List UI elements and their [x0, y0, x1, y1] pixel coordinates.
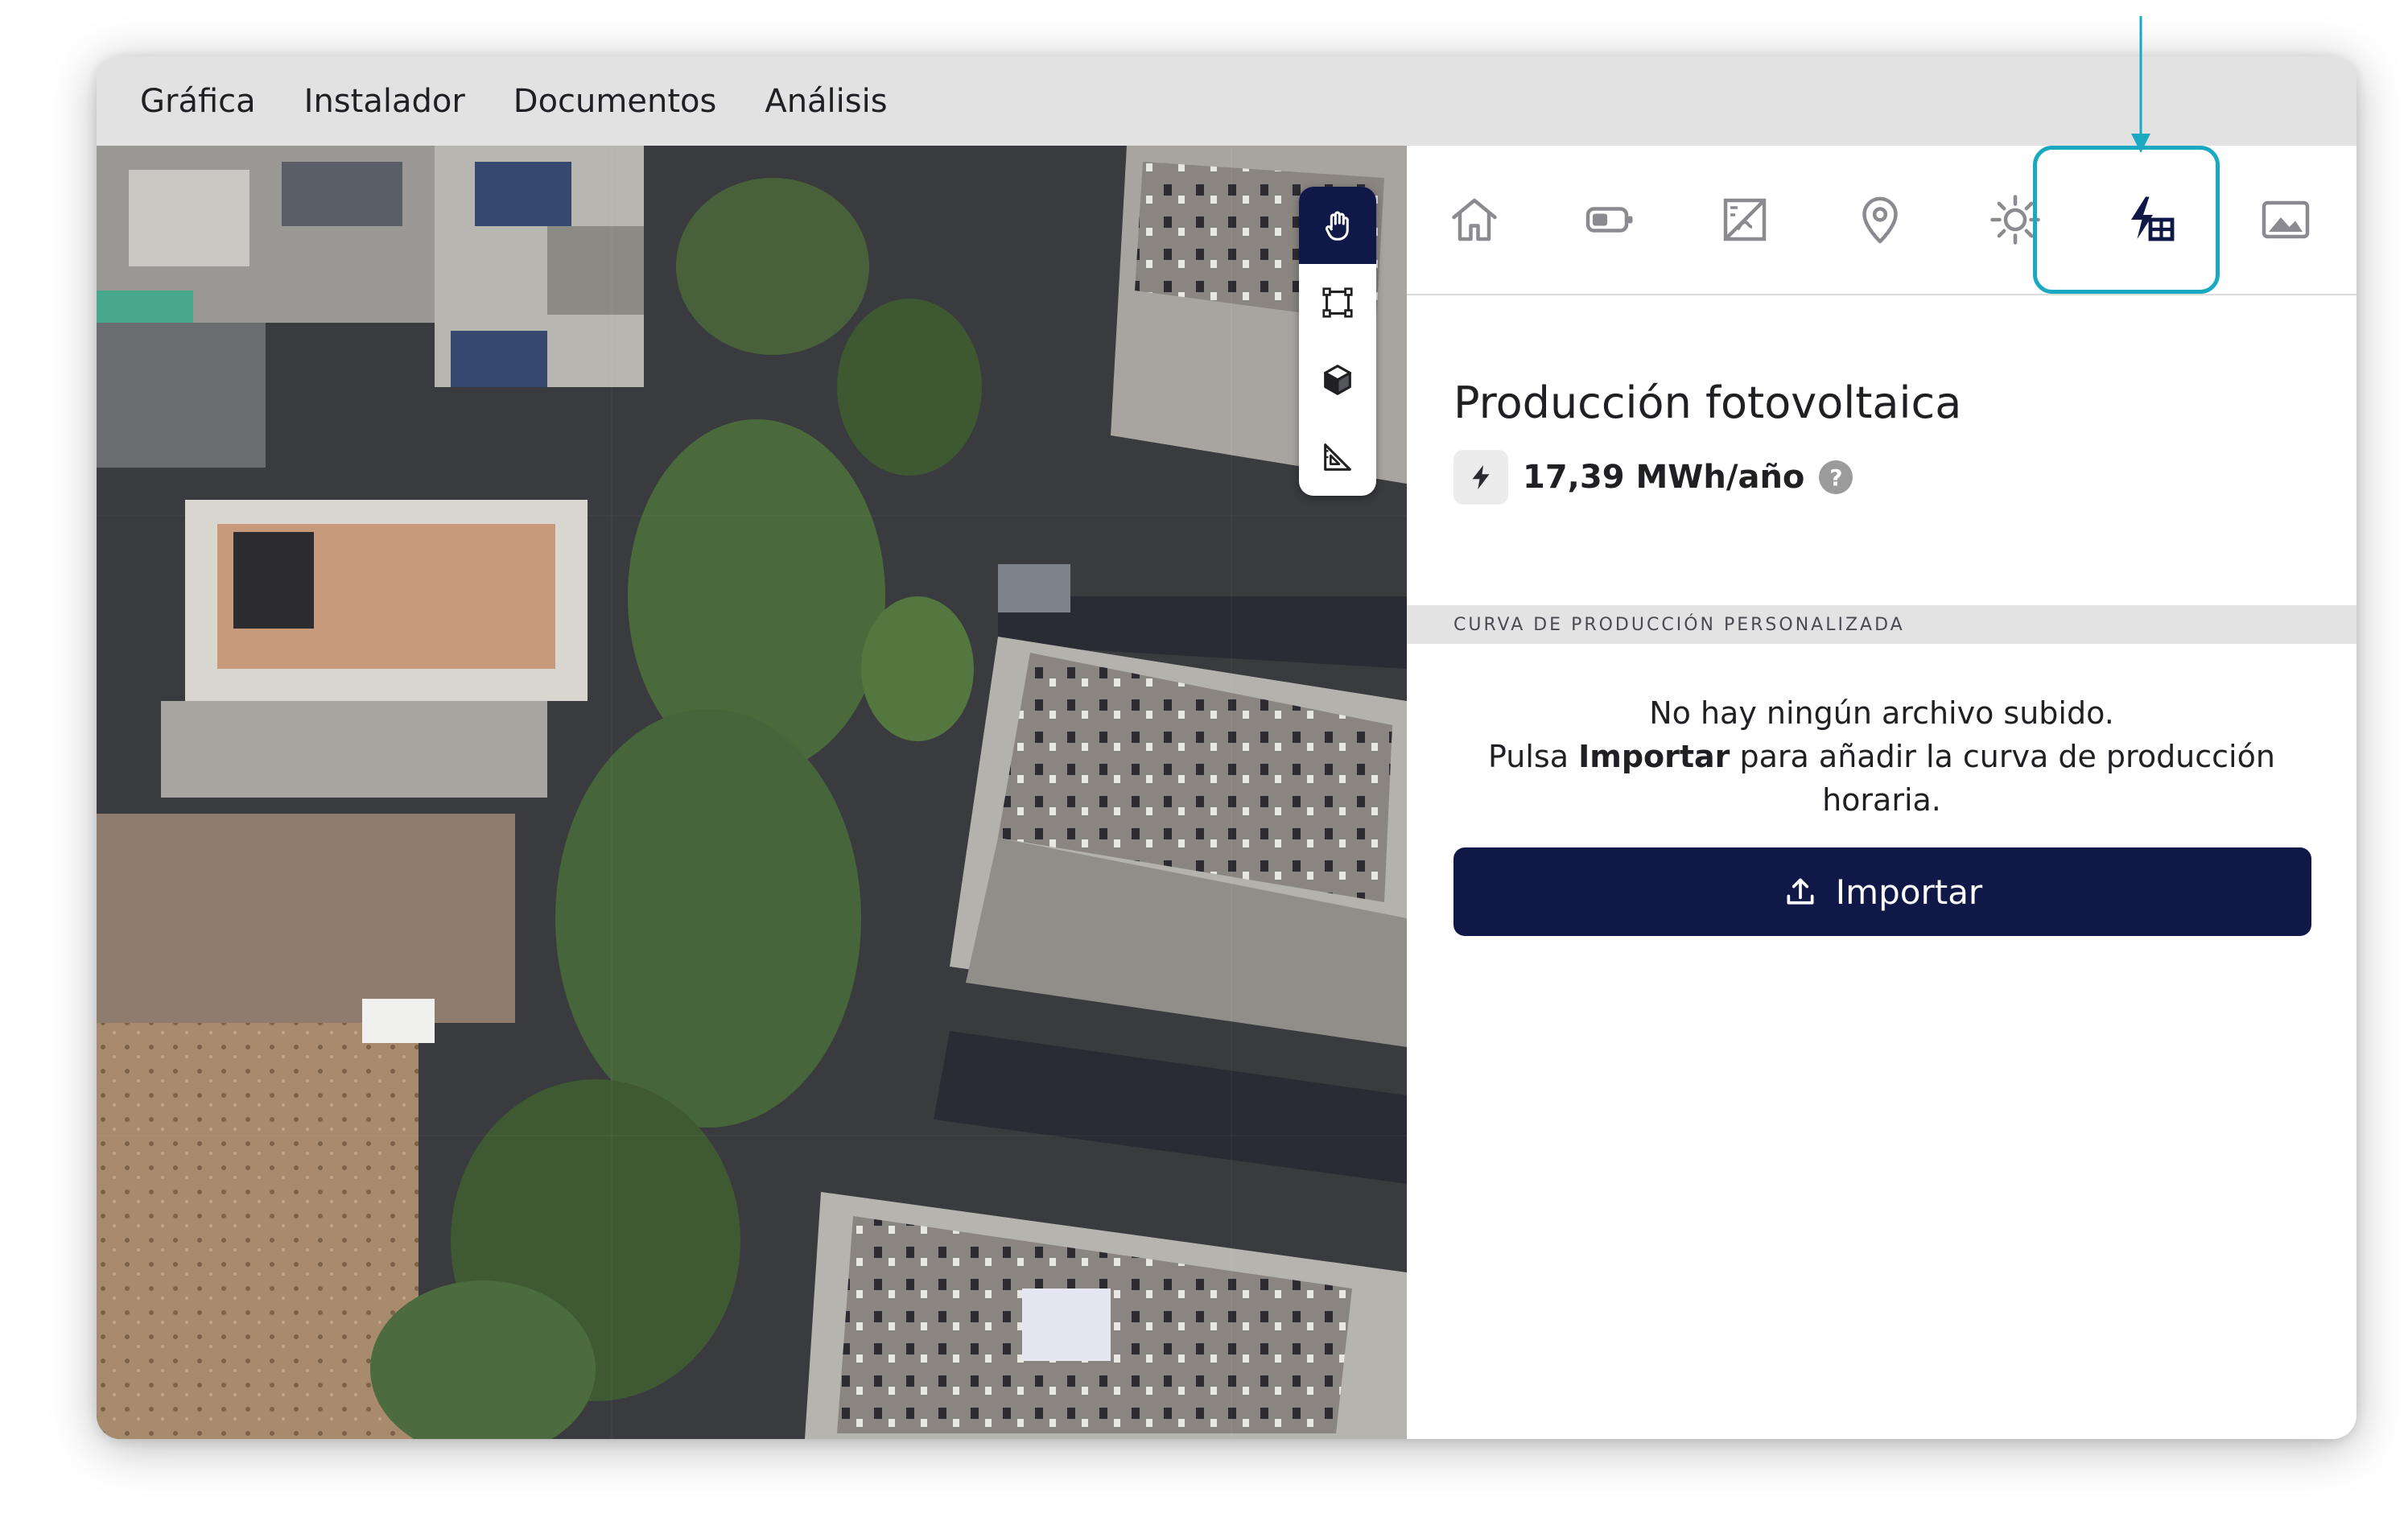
battery-icon — [1585, 207, 1633, 233]
bolt-badge — [1453, 450, 1508, 505]
annual-production-value: 17,39 MWh/año — [1523, 459, 1805, 496]
3d-view-tool-button[interactable] — [1299, 341, 1376, 419]
empty-state-line1: No hay ningún archivo subido. — [1649, 695, 2114, 731]
tab-battery[interactable] — [1571, 181, 1648, 258]
tab-location[interactable] — [1841, 181, 1919, 258]
selected-tab-highlight — [2033, 146, 2220, 294]
measure-tool-button[interactable] — [1299, 419, 1376, 496]
satellite-imagery — [97, 146, 1407, 1439]
menu-item-grafica[interactable]: Gráfica — [140, 83, 256, 120]
empty-state-message: No hay ningún archivo subido. Pulsa Impo… — [1439, 691, 2324, 822]
empty-state-post: para añadir la curva de producción horar… — [1730, 739, 2275, 818]
tab-images[interactable] — [2247, 181, 2324, 258]
polygon-select-icon — [1322, 287, 1353, 318]
image-icon — [2262, 200, 2310, 239]
map-toolbar — [1299, 187, 1376, 496]
draw-area-tool-button[interactable] — [1299, 264, 1376, 341]
panel-tab-bar — [1407, 146, 2356, 295]
app-window: Gráfica Instalador Documentos Análisis P… — [97, 56, 2356, 1439]
custom-curve-section-header: CURVA DE PRODUCCIÓN PERSONALIZADA — [1407, 605, 2356, 644]
lightning-bolt-icon — [1472, 465, 1490, 489]
import-button-label: Importar — [1835, 872, 1983, 912]
set-square-icon — [1324, 443, 1351, 471]
right-panel: Producción fotovoltaica 17,39 MWh/año ? … — [1407, 146, 2356, 1439]
location-pin-icon — [1862, 196, 1898, 244]
empty-state-emphasis: Importar — [1578, 739, 1730, 774]
upload-icon — [1787, 878, 1814, 905]
home-icon — [1452, 198, 1497, 241]
menu-bar: Gráfica Instalador Documentos Análisis — [97, 56, 2356, 146]
solar-panel-icon — [1723, 198, 1767, 241]
hand-icon — [1325, 211, 1349, 241]
menu-item-instalador[interactable]: Instalador — [304, 83, 465, 120]
help-icon[interactable]: ? — [1819, 460, 1853, 494]
menu-item-analisis[interactable]: Análisis — [765, 83, 887, 120]
annual-production: 17,39 MWh/año ? — [1453, 450, 1853, 505]
satellite-map[interactable] — [97, 146, 1407, 1439]
cube-icon — [1324, 365, 1351, 395]
tab-solar-panel[interactable] — [1706, 181, 1783, 258]
panel-title: Producción fotovoltaica — [1453, 377, 1962, 428]
import-button[interactable]: Importar — [1453, 847, 2311, 936]
pan-tool-button[interactable] — [1299, 187, 1376, 264]
pointer-arrow-icon — [2131, 16, 2150, 153]
tab-home[interactable] — [1436, 181, 1513, 258]
empty-state-pre: Pulsa — [1488, 739, 1579, 774]
menu-item-documentos[interactable]: Documentos — [513, 83, 717, 120]
empty-state-line2: Pulsa Importar para añadir la curva de p… — [1439, 735, 2324, 822]
